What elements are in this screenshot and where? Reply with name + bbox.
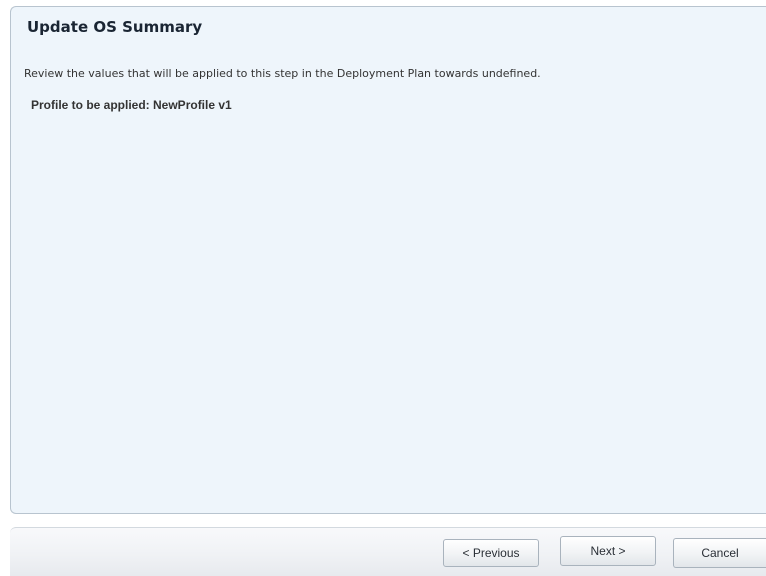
- summary-panel: Update OS Summary Review the values that…: [10, 6, 766, 514]
- cancel-button[interactable]: Cancel: [673, 538, 766, 568]
- next-button[interactable]: Next >: [560, 536, 656, 566]
- wizard-window: Update OS Summary Review the values that…: [0, 0, 766, 576]
- previous-button[interactable]: < Previous: [443, 539, 539, 567]
- wizard-footer: < Previous Next > Cancel: [10, 527, 766, 576]
- summary-description: Review the values that will be applied t…: [24, 67, 541, 80]
- panel-title: Update OS Summary: [27, 18, 203, 36]
- profile-to-apply: Profile to be applied: NewProfile v1: [31, 98, 232, 112]
